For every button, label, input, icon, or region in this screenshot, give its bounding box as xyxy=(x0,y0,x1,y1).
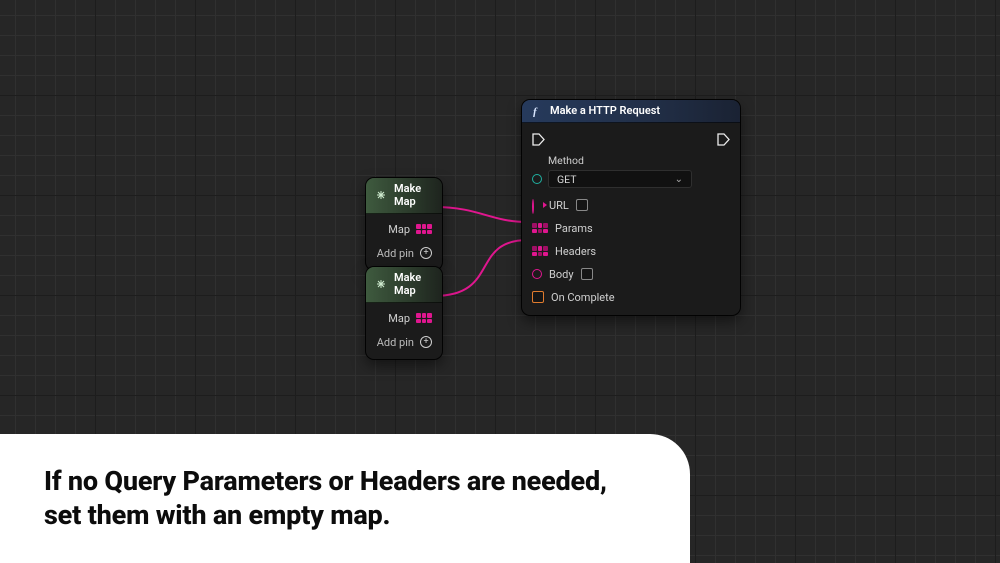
node-header[interactable]: Make Map xyxy=(366,267,442,303)
body-label: Body xyxy=(549,268,574,281)
plus-icon: + xyxy=(420,247,432,259)
pin-label: Map xyxy=(388,223,410,236)
output-pin-map[interactable]: Map xyxy=(376,309,432,327)
body-textbox[interactable] xyxy=(581,268,593,280)
exec-pin-icon xyxy=(532,133,545,146)
burst-icon xyxy=(374,278,388,290)
node-title: Make Map xyxy=(394,182,432,208)
caption-card: If no Query Parameters or Headers are ne… xyxy=(0,434,690,563)
exec-pin-icon xyxy=(717,133,730,146)
function-icon: f xyxy=(530,105,544,117)
url-textbox[interactable] xyxy=(576,199,588,211)
headers-input-row[interactable]: Headers xyxy=(532,243,692,259)
add-pin-button[interactable]: Add pin + xyxy=(376,244,432,262)
plus-icon: + xyxy=(420,336,432,348)
chevron-down-icon: ⌄ xyxy=(675,174,683,185)
delegate-pin-icon[interactable] xyxy=(532,291,544,303)
oncomplete-input-row[interactable]: On Complete xyxy=(532,289,692,305)
node-http-request[interactable]: f Make a HTTP Request Method GET xyxy=(522,100,740,315)
map-pin-icon xyxy=(416,313,432,323)
headers-label: Headers xyxy=(555,245,596,258)
url-input-row[interactable]: URL xyxy=(532,197,692,213)
string-pin-icon[interactable] xyxy=(532,199,534,214)
oncomplete-label: On Complete xyxy=(551,291,615,304)
node-title: Make a HTTP Request xyxy=(550,104,660,117)
node-header[interactable]: f Make a HTTP Request xyxy=(522,100,740,123)
node-make-map-2[interactable]: Make Map Map Add pin + xyxy=(366,267,442,359)
node-header[interactable]: Make Map xyxy=(366,178,442,214)
map-pin-icon xyxy=(416,224,432,234)
output-pin-map[interactable]: Map xyxy=(376,220,432,238)
node-make-map-1[interactable]: Make Map Map Add pin + xyxy=(366,178,442,270)
exec-output-pin[interactable] xyxy=(717,131,730,147)
method-select[interactable]: GET ⌄ xyxy=(548,170,692,188)
method-value: GET xyxy=(557,173,577,186)
node-title: Make Map xyxy=(394,271,432,297)
burst-icon xyxy=(374,189,388,201)
exec-input-pin[interactable] xyxy=(532,131,692,147)
pin-label: Map xyxy=(388,312,410,325)
params-input-row[interactable]: Params xyxy=(532,220,692,236)
body-input-row[interactable]: Body xyxy=(532,266,692,282)
params-label: Params xyxy=(555,222,593,235)
enum-pin-icon[interactable] xyxy=(532,174,542,184)
method-field: Method GET ⌄ xyxy=(532,154,692,188)
url-label: URL xyxy=(549,199,569,212)
add-pin-label: Add pin xyxy=(377,336,414,349)
add-pin-button[interactable]: Add pin + xyxy=(376,333,432,351)
svg-text:f: f xyxy=(533,106,538,117)
map-pin-icon[interactable] xyxy=(532,223,548,233)
caption-text: If no Query Parameters or Headers are ne… xyxy=(44,465,607,532)
method-label: Method xyxy=(548,154,692,167)
add-pin-label: Add pin xyxy=(377,247,414,260)
string-pin-icon[interactable] xyxy=(532,269,542,279)
map-pin-icon[interactable] xyxy=(532,246,548,256)
